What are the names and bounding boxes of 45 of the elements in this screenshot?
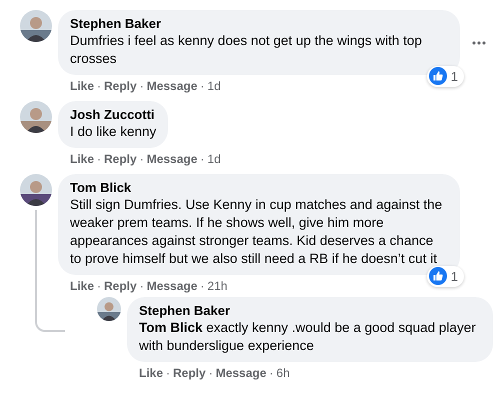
comment-text: Dumfries i feel as kenny does not get up the wings with top crosses [70,32,423,68]
thumbs-up-icon [428,67,447,86]
comment-text: Still sign Dumfries. Use Kenny in cup matches and against the weaker prem teams. If he shows well, give him more appearances against stronger teams. Kid deserves a chance to prove himself but we also still need a RB if he doesn’t cut it [70,196,444,268]
author-name[interactable]: Josh Zuccotti [70,107,156,123]
timestamp[interactable]: 1d [207,78,221,94]
avatar[interactable] [20,174,52,206]
comment-text: I do like kenny [70,123,156,141]
separator-dot: · [199,78,206,94]
separator-dot: · [165,365,172,381]
action-link[interactable]: Like [139,365,164,381]
thumbs-up-icon [428,267,447,286]
timestamp[interactable]: 1d [207,151,221,167]
action-link[interactable]: Message [146,78,198,94]
avatar[interactable] [97,297,121,321]
action-link[interactable]: Message [146,278,198,294]
action-link[interactable]: Like [70,78,94,94]
avatar[interactable] [20,10,52,42]
reaction-badge[interactable]: 1 [426,66,464,87]
action-link[interactable]: Message [216,365,266,381]
separator-dot: · [199,278,206,294]
author-name[interactable]: Stephen Baker [70,16,448,32]
timestamp[interactable]: 21h [207,278,228,294]
separator-dot: · [138,78,145,94]
reaction-badge[interactable]: 1 [426,266,464,287]
separator-dot: · [96,151,102,167]
action-link[interactable]: Like [70,151,94,167]
more-options-icon[interactable] [472,40,486,44]
separator-dot: · [96,278,102,294]
author-name[interactable]: Tom Blick [70,180,448,196]
timestamp[interactable]: 6h [276,365,290,381]
separator-dot: · [208,365,214,381]
action-link[interactable]: Reply [104,278,137,294]
action-link[interactable]: Reply [173,365,206,381]
author-name[interactable]: Stephen Baker [139,303,481,319]
action-link[interactable]: Reply [104,78,137,94]
separator-dot: · [138,278,145,294]
action-link[interactable]: Reply [104,151,137,167]
separator-dot: · [268,365,274,381]
comment-text: Tom Blick exactly kenny .would be a good squad player with bundersligue experience [139,319,477,355]
separator-dot: · [96,78,102,94]
separator-dot: · [199,151,206,167]
separator-dot: · [138,151,145,167]
action-link[interactable]: Message [146,151,198,167]
action-link[interactable]: Like [70,278,94,294]
avatar[interactable] [20,101,52,133]
